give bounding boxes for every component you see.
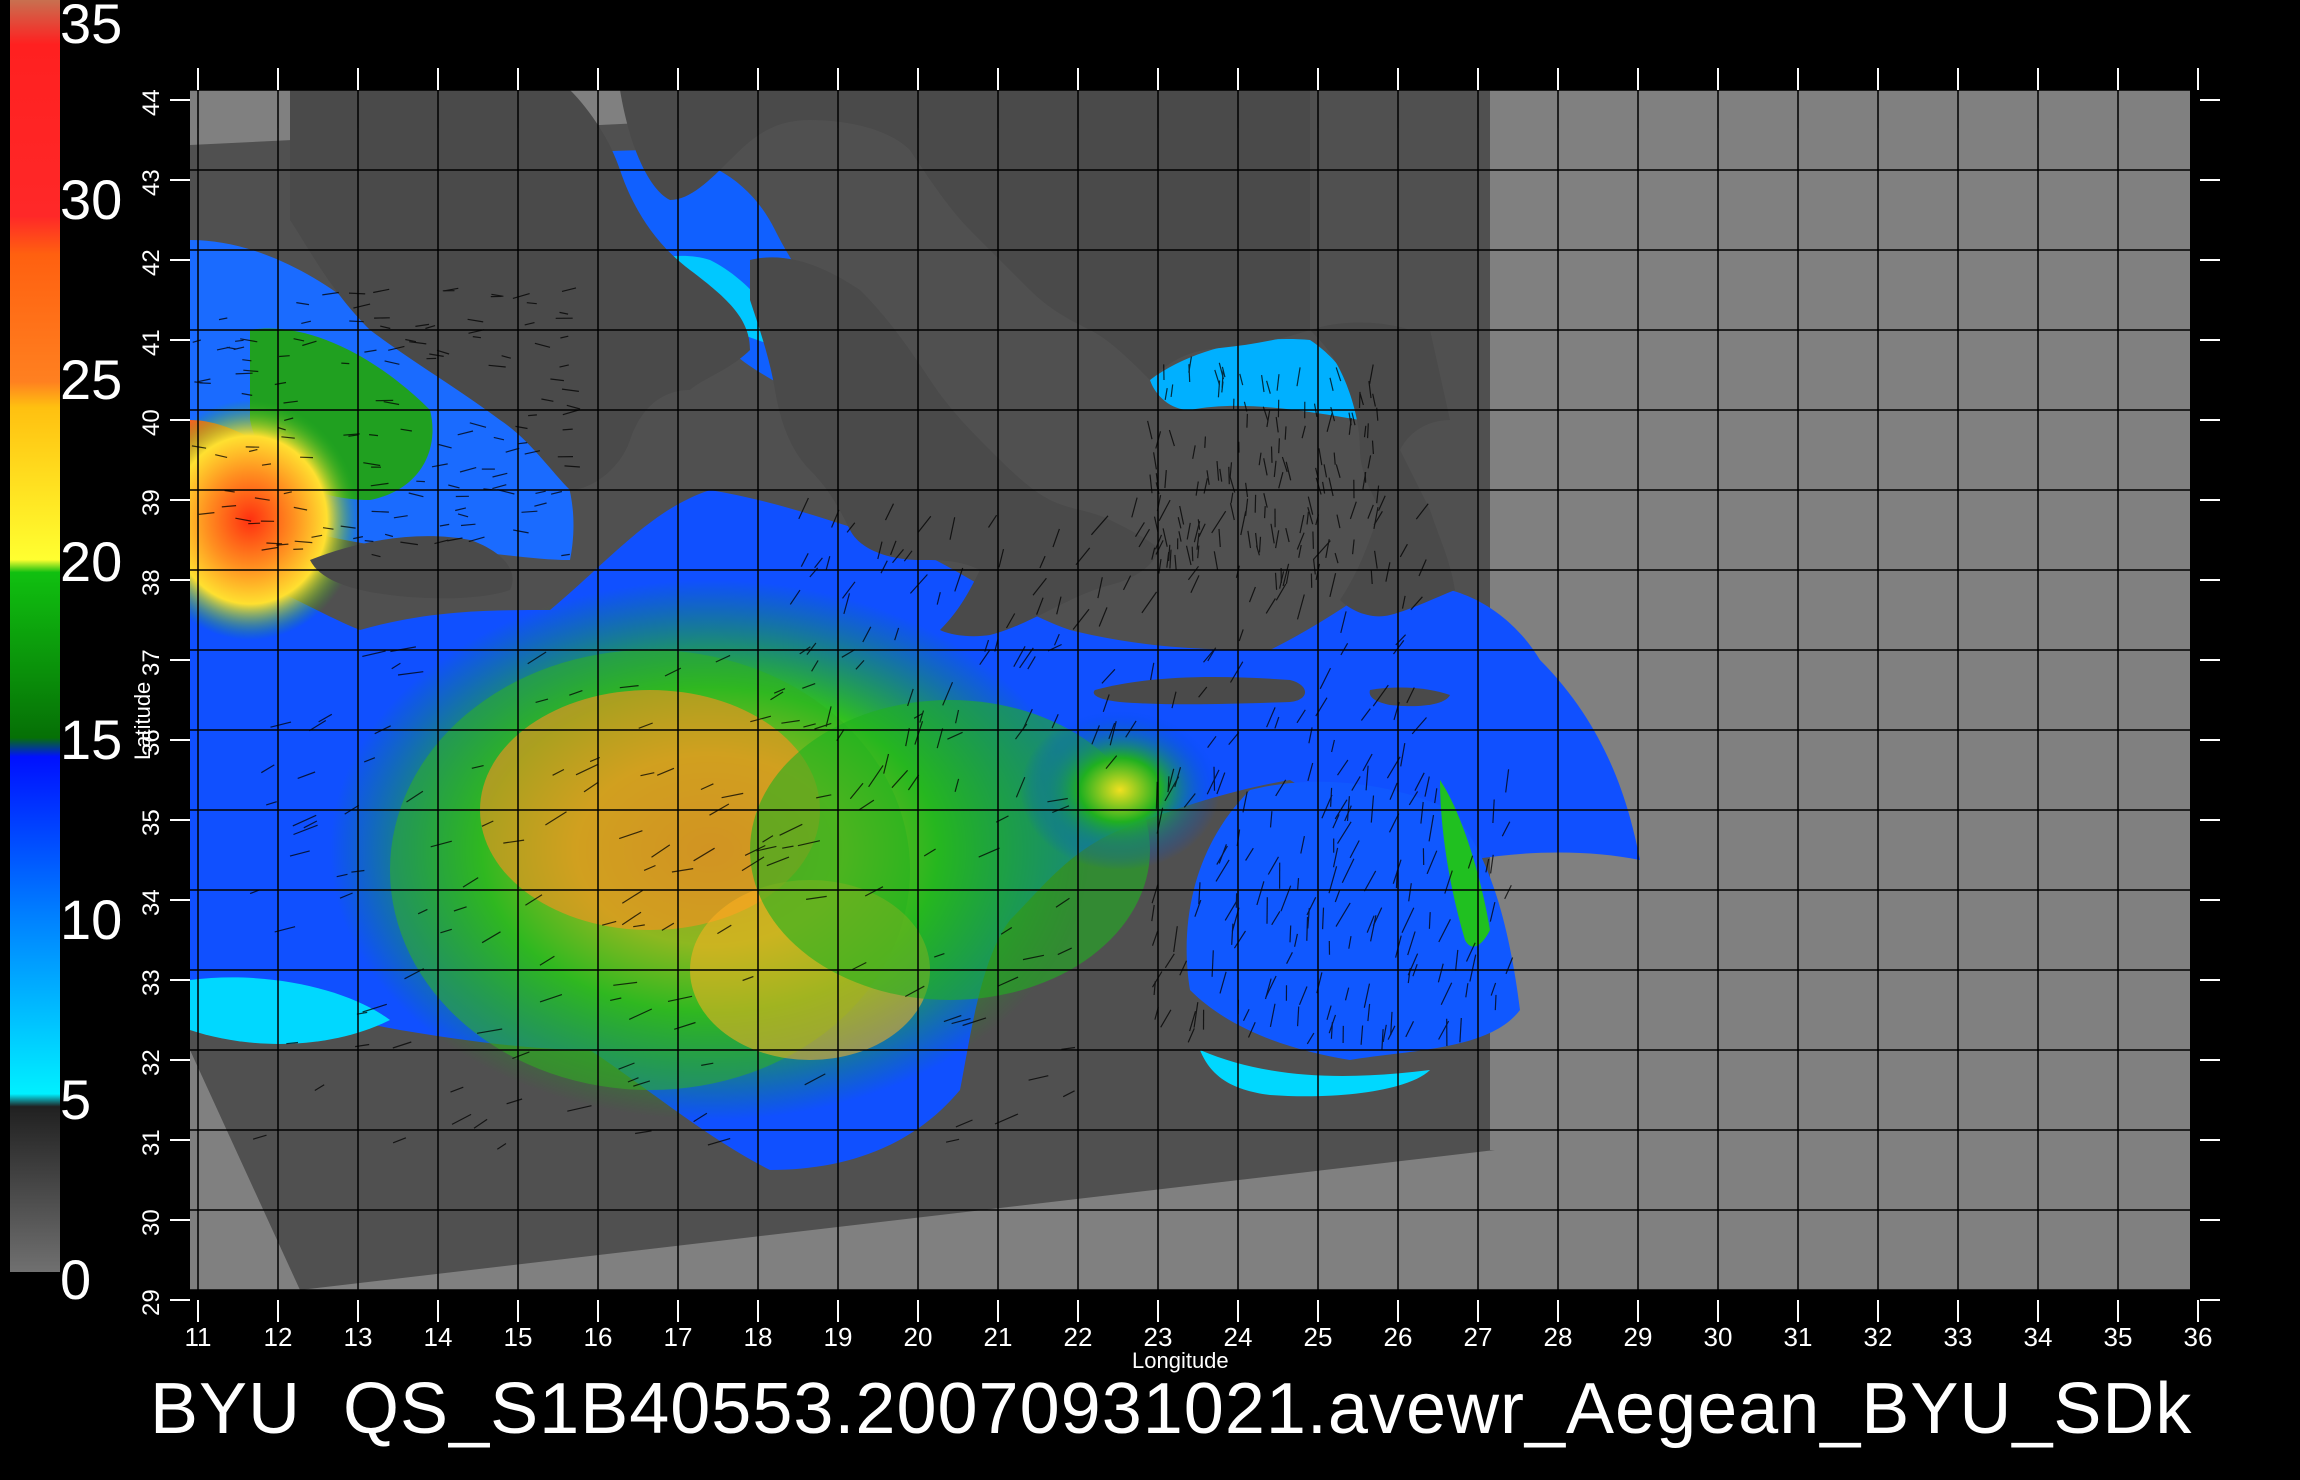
wind-vector [1278,438,1280,454]
lon-tick-label-19: 19 [823,1322,853,1352]
colorbar-label-10: 10 [60,888,123,951]
wind-vector [562,428,573,431]
lon-tick-label-31: 31 [1783,1322,1813,1352]
lon-tick-label-13: 13 [343,1322,373,1352]
lon-tick-label-26: 26 [1383,1322,1413,1352]
wind-vector [1367,423,1369,439]
wind-vector [528,414,537,417]
lon-tick-label-22: 22 [1063,1322,1093,1352]
wind-vector [248,522,261,525]
wind-vector [1284,426,1287,440]
lat-tick-label-32: 32 [138,1049,165,1076]
colorbar-label-20: 20 [60,530,123,593]
wind-speed-map-figure: 35 30 25 20 15 10 5 0 11 12 13 14 15 16 … [0,0,2300,1480]
lon-tick-label-14: 14 [423,1322,453,1352]
wind-vector [1167,776,1170,791]
lat-tick-label-38: 38 [138,569,165,596]
colorbar-label-5: 5 [60,1068,92,1131]
wind-vector [1204,436,1206,448]
lat-tick-label-29: 29 [138,1289,165,1316]
lon-tick-label-18: 18 [743,1322,773,1352]
lon-tick-label-35: 35 [2103,1322,2133,1352]
wind-vector [1364,472,1367,483]
lon-tick-label-20: 20 [903,1322,933,1352]
lon-tick-label-36: 36 [2183,1322,2213,1352]
lon-tick-label-21: 21 [983,1322,1013,1352]
lat-tick-label-31: 31 [138,1129,165,1156]
colorbar-label-30: 30 [60,168,123,231]
wind-vector [279,355,290,358]
wind-vector [1306,916,1309,941]
lat-tick-label-42: 42 [138,249,165,276]
lon-tick-label-17: 17 [663,1322,693,1352]
lon-tick-label-32: 32 [1863,1322,1893,1352]
wind-vector [1213,766,1216,791]
lat-tick-label-30: 30 [138,1209,165,1236]
wind-vector [349,320,364,323]
wind-vector [1428,912,1431,929]
y-axis-title: Latitude [130,681,155,760]
lon-tick-label-27: 27 [1463,1322,1493,1352]
wind-map [190,90,2199,1291]
colorbar-label-25: 25 [60,348,123,411]
crete-south-blob [1020,710,1220,870]
wind-vector [348,292,366,295]
lat-tick-label-35: 35 [138,809,165,836]
lat-tick-label-37: 37 [138,649,165,676]
lon-tick-label-28: 28 [1543,1322,1573,1352]
lat-tick-label-43: 43 [138,169,165,196]
wind-vector [1191,546,1194,562]
wind-vector [235,372,253,375]
colorbar-label-15: 15 [60,708,123,771]
footer-filename: BYU QS_S1B40553.20070931021.avewr_Aegean… [150,1369,2193,1449]
lat-tick-label-34: 34 [138,889,165,916]
lon-tick-label-25: 25 [1303,1322,1333,1352]
lon-tick-label-12: 12 [263,1322,293,1352]
lon-tick-label-11: 11 [184,1322,212,1352]
lon-tick-label-29: 29 [1623,1322,1653,1352]
wind-vector [341,362,350,365]
wind-vector [1155,781,1158,809]
lon-tick-label-15: 15 [503,1322,533,1352]
wind-vector [1270,446,1273,463]
wind-vector [1312,531,1314,549]
wind-vector [1264,506,1266,519]
lon-tick-label-30: 30 [1703,1322,1733,1352]
colorbar-label-35: 35 [60,0,123,55]
wind-vector [1494,994,1497,1011]
lon-tick-label-16: 16 [583,1322,613,1352]
wind-vector [1289,925,1292,943]
colorbar-label-0: 0 [60,1248,92,1311]
lon-tick-label-33: 33 [1943,1322,1973,1352]
lat-tick-label-41: 41 [138,329,165,356]
lat-tick-label-39: 39 [138,489,165,516]
lat-tick-label-33: 33 [138,969,165,996]
wind-vector [1246,413,1248,428]
lon-tick-label-34: 34 [2023,1322,2053,1352]
lat-tick-label-44: 44 [138,89,165,116]
lat-tick-label-40: 40 [138,409,165,436]
wind-vector [1228,466,1230,485]
wind-vector [371,510,389,513]
